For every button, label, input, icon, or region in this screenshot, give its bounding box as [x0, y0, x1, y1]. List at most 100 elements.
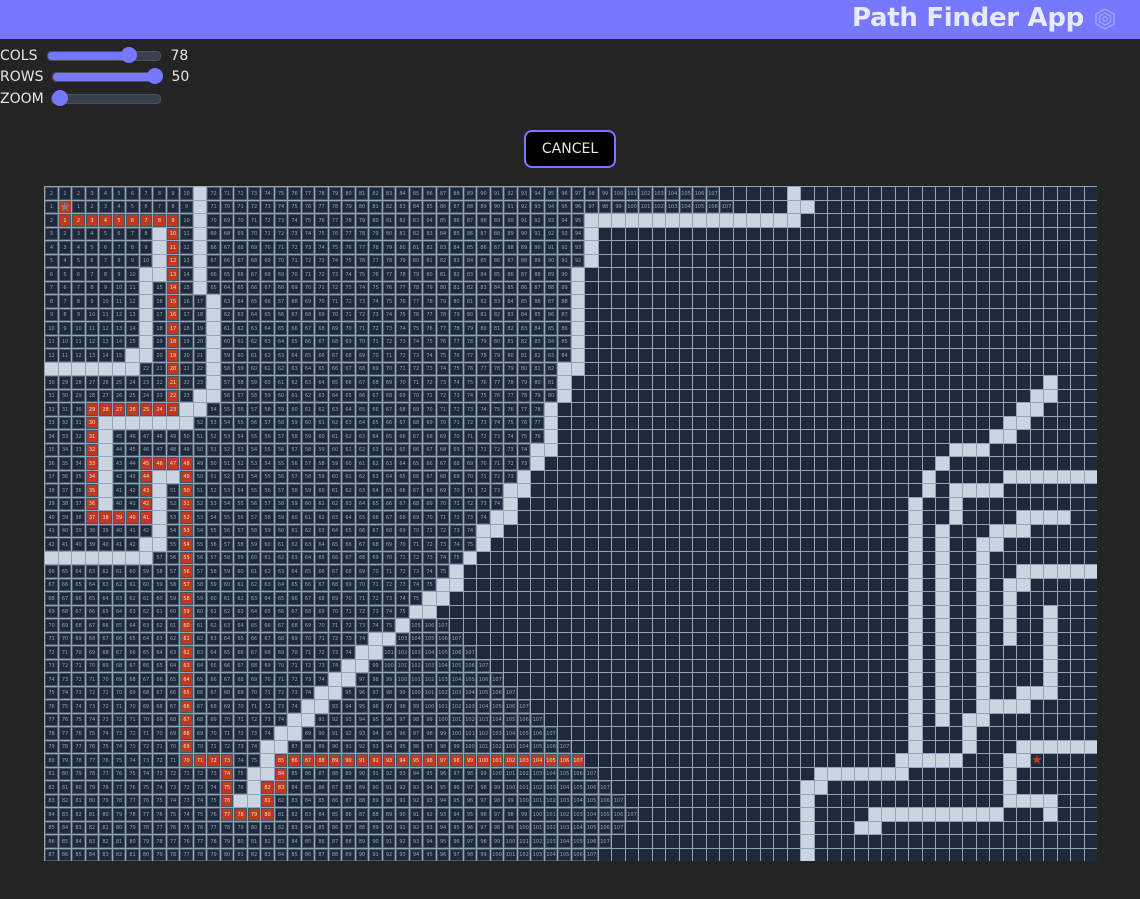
grid-cell[interactable]: 76: [234, 781, 247, 794]
grid-cell[interactable]: 83: [288, 822, 301, 834]
wall-cell[interactable]: [329, 687, 341, 699]
wall-cell[interactable]: [531, 457, 544, 470]
grid-cell[interactable]: [531, 619, 544, 632]
grid-cell[interactable]: 70: [234, 700, 247, 713]
grid-cell[interactable]: 86: [45, 835, 58, 848]
grid-cell[interactable]: 65: [383, 484, 395, 497]
grid-cell[interactable]: 85: [491, 268, 503, 281]
grid-cell[interactable]: [869, 592, 881, 605]
grid-cell[interactable]: 85: [288, 849, 301, 861]
path-cell[interactable]: 98: [450, 754, 463, 767]
grid-cell[interactable]: [923, 768, 935, 780]
grid-cell[interactable]: 9: [59, 322, 71, 335]
grid-cell[interactable]: [747, 727, 760, 740]
grid-cell[interactable]: [1044, 309, 1057, 321]
grid-cell[interactable]: 9: [180, 201, 193, 213]
grid-cell[interactable]: 94: [410, 849, 422, 861]
grid-cell[interactable]: [855, 403, 868, 416]
grid-cell[interactable]: 71: [464, 430, 476, 443]
grid-cell[interactable]: [842, 228, 854, 240]
grid-cell[interactable]: 90: [369, 835, 382, 848]
grid-cell[interactable]: 100: [531, 808, 544, 821]
grid-cell[interactable]: [734, 498, 746, 510]
grid-cell[interactable]: [693, 768, 706, 780]
grid-cell[interactable]: [1044, 768, 1057, 780]
grid-cell[interactable]: 103: [558, 822, 571, 834]
grid-cell[interactable]: [896, 741, 908, 753]
grid-cell[interactable]: 84: [450, 241, 463, 254]
grid-cell[interactable]: [1017, 849, 1030, 861]
wall-cell[interactable]: [936, 579, 949, 591]
grid-cell[interactable]: [491, 579, 503, 591]
grid-cell[interactable]: [990, 214, 1003, 227]
grid-cell[interactable]: [855, 363, 868, 375]
grid-cell[interactable]: [720, 714, 733, 726]
grid-cell[interactable]: 48: [153, 430, 166, 443]
grid-cell[interactable]: [720, 403, 733, 416]
grid-cell[interactable]: 65: [356, 403, 368, 416]
grid-cell[interactable]: [599, 714, 611, 726]
grid-cell[interactable]: [801, 525, 814, 537]
grid-cell[interactable]: 102: [639, 187, 652, 200]
grid-cell[interactable]: 63: [167, 646, 179, 659]
path-cell[interactable]: 57: [180, 579, 193, 591]
grid-cell[interactable]: 54: [221, 417, 233, 429]
grid-cell[interactable]: [666, 606, 679, 618]
grid-cell[interactable]: 67: [207, 687, 220, 699]
grid-cell[interactable]: [558, 430, 571, 443]
grid-cell[interactable]: 76: [464, 363, 476, 375]
grid-cell[interactable]: [720, 498, 733, 510]
grid-cell[interactable]: 61: [126, 579, 139, 591]
grid-cell[interactable]: 66: [126, 646, 139, 659]
path-cell[interactable]: 41: [140, 511, 152, 524]
grid-cell[interactable]: 77: [477, 363, 490, 375]
grid-cell[interactable]: 89: [477, 201, 490, 213]
wall-cell[interactable]: [356, 660, 368, 672]
grid-cell[interactable]: [680, 322, 692, 335]
wall-cell[interactable]: [909, 727, 922, 740]
grid-cell[interactable]: [1017, 781, 1030, 794]
grid-cell[interactable]: [707, 498, 719, 510]
grid-cell[interactable]: 66: [410, 444, 422, 456]
grid-cell[interactable]: 11: [126, 282, 139, 294]
grid-cell[interactable]: [909, 309, 922, 321]
grid-cell[interactable]: [774, 822, 787, 834]
grid-cell[interactable]: 79: [45, 741, 58, 753]
grid-cell[interactable]: 63: [248, 592, 260, 605]
grid-cell[interactable]: 70: [450, 430, 463, 443]
wall-cell[interactable]: [936, 565, 949, 578]
grid-cell[interactable]: 92: [504, 187, 517, 200]
grid-cell[interactable]: 63: [126, 606, 139, 618]
grid-cell[interactable]: 74: [410, 336, 422, 348]
grid-cell[interactable]: [720, 808, 733, 821]
grid-cell[interactable]: 70: [437, 417, 449, 429]
wall-cell[interactable]: [59, 363, 71, 375]
grid-cell[interactable]: [828, 795, 841, 807]
grid-cell[interactable]: 74: [369, 295, 382, 308]
grid-cell[interactable]: 72: [423, 538, 436, 551]
grid-cell[interactable]: 101: [504, 849, 517, 861]
grid-cell[interactable]: [1004, 336, 1016, 348]
grid-cell[interactable]: [1058, 808, 1070, 821]
grid-cell[interactable]: [761, 768, 773, 780]
grid-cell[interactable]: 68: [396, 403, 409, 416]
grid-cell[interactable]: 74: [275, 201, 287, 213]
grid-cell[interactable]: 85: [437, 214, 449, 227]
grid-cell[interactable]: [869, 363, 881, 375]
grid-cell[interactable]: 69: [248, 241, 260, 254]
grid-cell[interactable]: [693, 700, 706, 713]
grid-cell[interactable]: 89: [356, 781, 368, 794]
grid-cell[interactable]: 98: [491, 795, 503, 807]
grid-cell[interactable]: [869, 700, 881, 713]
grid-cell[interactable]: [774, 322, 787, 335]
grid-cell[interactable]: 1: [45, 201, 58, 213]
grid-cell[interactable]: [950, 768, 962, 780]
grid-cell[interactable]: 34: [59, 444, 71, 456]
grid-cell[interactable]: [545, 673, 557, 686]
grid-cell[interactable]: 71: [369, 579, 382, 591]
grid-cell[interactable]: [828, 295, 841, 308]
grid-cell[interactable]: [1071, 255, 1084, 267]
grid-cell[interactable]: 98: [464, 849, 476, 861]
grid-cell[interactable]: 81: [45, 768, 58, 780]
grid-cell[interactable]: [558, 444, 571, 456]
